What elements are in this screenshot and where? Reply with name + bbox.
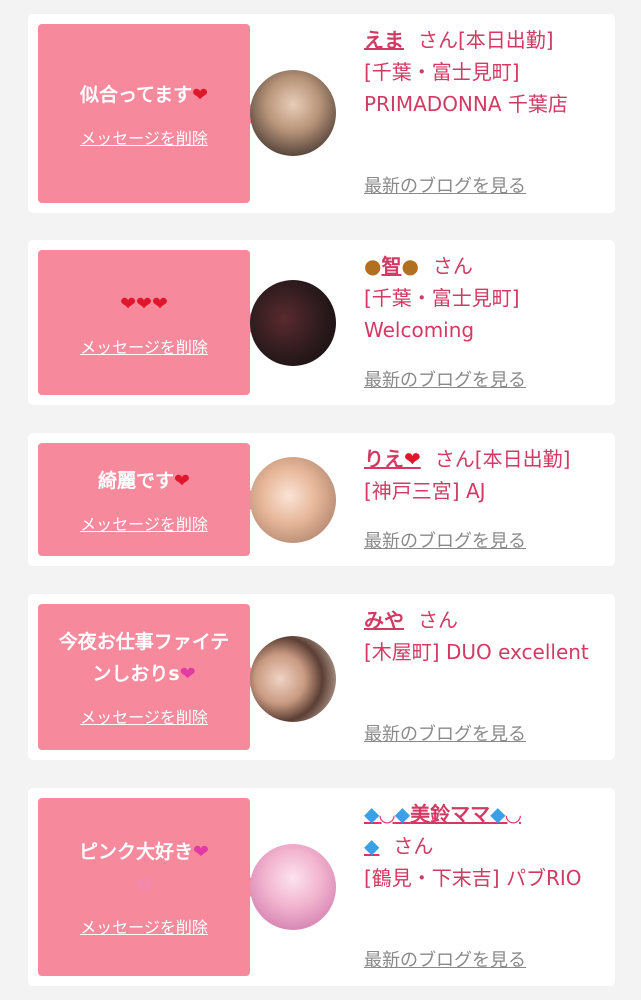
avatar[interactable] [250,636,336,722]
delete-message-link[interactable]: メッセージを削除 [80,704,208,728]
message-bubble: ❤❤❤ メッセージを削除 [38,250,260,395]
gem-icon: ◆ [364,802,380,826]
heart-icon: ❤ [174,469,190,492]
latest-blog-link[interactable]: 最新のブログを見る [364,720,526,746]
cast-status: さん [418,608,458,632]
flower-icon: ✿ [136,873,152,895]
gem-icon: ◆ [364,834,380,858]
cast-info: えま さん[本日出勤] [千葉・富士見町] PRIMADONNA 千葉店 [364,24,614,120]
latest-blog-link[interactable]: 最新のブログを見る [364,366,526,392]
avatar[interactable] [250,844,336,930]
avatar[interactable] [250,457,336,543]
message-text: ピンク大好き❤ ✿ [79,841,209,895]
message-card: 似合ってます❤ メッセージを削除 えま さん[本日出勤] [千葉・富士見町] PR… [28,14,615,213]
latest-blog-link[interactable]: 最新のブログを見る [364,946,526,972]
message-text: ❤❤❤ [120,288,168,320]
bear-icon: ● [364,254,382,278]
cast-status: さん [393,834,434,858]
message-bubble: ピンク大好き❤ ✿ メッセージを削除 [38,798,260,976]
cast-info: ●智● さん [千葉・富士見町] Welcoming [364,250,614,346]
shop-name: [千葉・富士見町] Welcoming [364,286,520,342]
message-bubble: 似合ってます❤ メッセージを削除 [38,24,260,203]
message-bubble: 綺麗です❤ メッセージを削除 [38,443,260,556]
sparkle-heart-icon: ❤ [193,841,209,863]
message-card: 今夜お仕事ファイテンしおりs❤ メッセージを削除 みや さん [木屋町] DUO … [28,594,615,760]
message-text: 綺麗です❤ [98,469,190,492]
avatar[interactable] [250,280,336,366]
cast-info: ◆◡◆美鈴ママ◆◡ ◆ さん [鶴見・下末吉] パブRIO [364,798,614,894]
cast-info: りえ❤ さん[本日出勤] [神戸三宮] AJ [364,443,614,507]
cast-name-link[interactable]: みや [364,608,404,632]
message-text: 似合ってます❤ [79,83,209,106]
heart-icon: ❤ [120,292,137,315]
delete-message-link[interactable]: メッセージを削除 [80,125,208,149]
delete-message-link[interactable]: メッセージを削除 [80,511,208,535]
sparkle-heart-icon: ❤ [179,663,196,685]
cast-name-link[interactable]: ◆◡◆美鈴ママ◆◡ ◆ [364,802,521,858]
cast-name-link[interactable]: えま [364,28,404,52]
cast-status: さん[本日出勤] [434,447,571,471]
bra-icon: ◡ [505,802,521,826]
bra-icon: ◡ [379,802,395,826]
message-text: 今夜お仕事ファイテンしおりs❤ [58,631,230,685]
cast-status: さん[本日出勤] [418,28,554,52]
shop-name: [木屋町] DUO excellent [364,640,589,664]
delete-message-link[interactable]: メッセージを削除 [80,914,208,938]
cast-info: みや さん [木屋町] DUO excellent [364,604,614,668]
message-card: 綺麗です❤ メッセージを削除 りえ❤ さん[本日出勤] [神戸三宮] AJ 最新の… [28,433,615,566]
shop-name: [鶴見・下末吉] パブRIO [364,866,582,890]
heart-icon: ❤ [404,447,421,471]
shop-name: [神戸三宮] AJ [364,479,486,503]
message-card: ピンク大好き❤ ✿ メッセージを削除 ◆◡◆美鈴ママ◆◡ ◆ さん [鶴見・下末吉]… [28,788,615,986]
avatar[interactable] [250,70,336,156]
cast-name-link[interactable]: 智 [381,254,401,278]
cast-name-link[interactable]: りえ❤ [364,447,421,471]
cast-status: さん [432,254,473,278]
delete-message-link[interactable]: メッセージを削除 [80,334,208,358]
bear-icon: ● [401,254,419,278]
heart-icon: ❤ [192,83,209,106]
message-card: ❤❤❤ メッセージを削除 ●智● さん [千葉・富士見町] Welcoming 最… [28,240,615,405]
heart-icon: ❤ [151,292,168,315]
gem-icon: ◆ [490,802,506,826]
message-bubble: 今夜お仕事ファイテンしおりs❤ メッセージを削除 [38,604,260,750]
latest-blog-link[interactable]: 最新のブログを見る [364,172,526,198]
heart-icon: ❤ [136,292,152,315]
latest-blog-link[interactable]: 最新のブログを見る [364,527,526,553]
gem-icon: ◆ [394,802,411,826]
shop-name: [千葉・富士見町] PRIMADONNA 千葉店 [364,60,568,116]
